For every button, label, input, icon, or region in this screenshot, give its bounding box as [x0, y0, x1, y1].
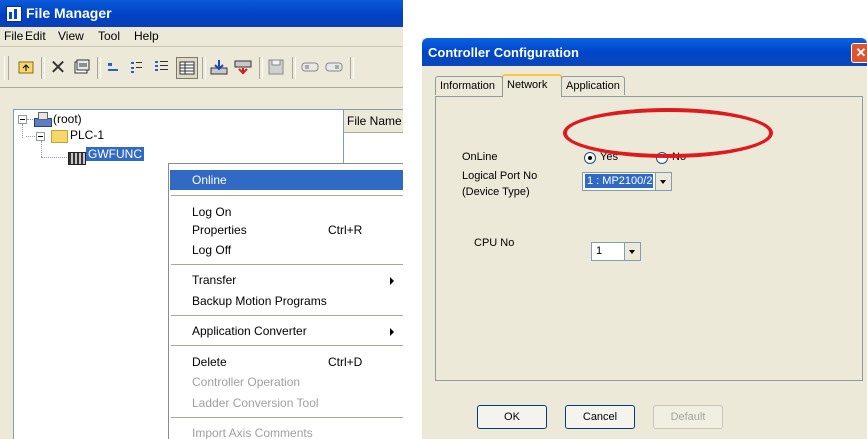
- tree-node-controller[interactable]: GWFUNC: [86, 147, 144, 161]
- menu-separator: [171, 195, 403, 196]
- menu-item-delete[interactable]: Delete Ctrl+D: [170, 352, 403, 372]
- chevron-down-icon[interactable]: [624, 243, 640, 260]
- large-icons-icon[interactable]: [104, 57, 124, 77]
- menu-separator: [171, 345, 403, 346]
- file-manager-window: File Manager File Edit View Tool Help ✕: [0, 0, 403, 439]
- save-icon[interactable]: [266, 57, 286, 77]
- menu-item-ladder-conversion-tool[interactable]: Ladder Conversion Tool: [170, 393, 403, 413]
- menu-bar: File Edit View Tool Help: [0, 27, 403, 47]
- shortcut-label: Ctrl+D: [328, 355, 363, 369]
- menu-separator: [171, 417, 403, 418]
- connect-icon[interactable]: [300, 57, 320, 77]
- logical-port-select[interactable]: 1 : MP2100/25: [582, 172, 672, 191]
- menu-item-online[interactable]: Online: [170, 170, 403, 190]
- submenu-arrow-icon: [390, 277, 394, 285]
- menu-item-log-off[interactable]: Log Off: [170, 240, 403, 260]
- online-yes-radio[interactable]: [584, 152, 596, 164]
- tab-network[interactable]: Network: [502, 74, 562, 97]
- device-type-label: (Device Type): [462, 186, 530, 198]
- tab-information[interactable]: Information: [435, 76, 503, 95]
- shortcut-label: Ctrl+R: [328, 223, 363, 237]
- menu-file[interactable]: File: [4, 29, 23, 43]
- toolbar-grip[interactable]: [4, 56, 9, 80]
- upload-icon[interactable]: [233, 57, 253, 77]
- menu-separator: [171, 315, 403, 316]
- cancel-button[interactable]: Cancel: [565, 405, 635, 429]
- properties-icon[interactable]: [72, 57, 92, 77]
- disconnect-icon[interactable]: [324, 57, 344, 77]
- dialog-titlebar[interactable]: Controller Configuration ✕: [422, 38, 867, 66]
- tree-connector: [22, 124, 23, 138]
- tree-connector: [41, 141, 42, 157]
- toolbar-separator: [202, 57, 206, 79]
- tree-connector: [26, 136, 35, 137]
- toolbar-separator: [41, 57, 45, 79]
- up-folder-icon[interactable]: [16, 57, 36, 77]
- submenu-arrow-icon: [390, 328, 394, 336]
- chevron-down-icon[interactable]: [655, 173, 671, 190]
- tree-node-plc[interactable]: PLC-1: [70, 128, 104, 142]
- menu-view[interactable]: View: [58, 29, 84, 43]
- controller-icon: [68, 152, 86, 165]
- menu-edit[interactable]: Edit: [25, 29, 46, 43]
- toolbar: ✕: [0, 47, 403, 88]
- online-label: OnLine: [462, 151, 498, 163]
- dialog-body: Information Network Application OnLine Y…: [425, 66, 867, 439]
- menu-item-log-on[interactable]: Log On: [170, 202, 403, 222]
- root-network-icon: [33, 112, 52, 127]
- default-button[interactable]: Default: [653, 405, 723, 429]
- controller-configuration-dialog: Controller Configuration ✕ Information N…: [422, 38, 867, 439]
- menu-item-controller-operation[interactable]: Controller Operation: [170, 372, 403, 392]
- tree-connector: [41, 157, 67, 158]
- small-icons-icon[interactable]: [128, 57, 148, 77]
- toolbar-separator: [259, 57, 263, 79]
- dialog-title: Controller Configuration: [428, 45, 579, 60]
- menu-item-properties[interactable]: Properties Ctrl+R: [170, 220, 403, 240]
- toolbar-separator: [292, 57, 296, 79]
- close-icon[interactable]: ✕: [851, 43, 867, 63]
- online-yes-label[interactable]: Yes: [600, 151, 618, 163]
- collapse-icon[interactable]: [18, 115, 27, 124]
- list-view-icon[interactable]: [152, 57, 172, 77]
- context-menu: Online Log On Properties Ctrl+R Log Off …: [168, 163, 403, 439]
- menu-item-application-converter[interactable]: Application Converter: [170, 321, 403, 341]
- delete-icon[interactable]: ✕: [48, 55, 68, 79]
- tree-node-root[interactable]: (root): [53, 112, 82, 126]
- toolbar-separator: [350, 57, 354, 79]
- toolbar-separator: [97, 57, 101, 79]
- online-no-radio[interactable]: [656, 152, 668, 164]
- cpu-no-label: CPU No: [474, 237, 515, 249]
- download-icon[interactable]: [209, 57, 229, 77]
- network-tab-panel: OnLine Yes No Logical Port No (Device Ty…: [435, 96, 863, 381]
- menu-item-backup-motion-programs[interactable]: Backup Motion Programs: [170, 291, 403, 311]
- menu-item-import-axis-comments[interactable]: Import Axis Comments: [170, 423, 403, 439]
- file-manager-titlebar[interactable]: File Manager: [0, 0, 403, 27]
- logical-port-label: Logical Port No: [462, 170, 538, 182]
- ok-button[interactable]: OK: [477, 405, 547, 429]
- folder-icon: [51, 130, 68, 143]
- online-no-label[interactable]: No: [672, 151, 686, 163]
- file-name-column-header[interactable]: File Name: [344, 110, 403, 133]
- cpu-no-select[interactable]: 1: [591, 242, 641, 261]
- file-manager-app-icon: [6, 6, 22, 22]
- menu-tool[interactable]: Tool: [98, 29, 120, 43]
- menu-item-transfer[interactable]: Transfer: [170, 270, 403, 290]
- collapse-icon[interactable]: [36, 132, 45, 141]
- tab-application[interactable]: Application: [561, 76, 625, 95]
- file-manager-title: File Manager: [26, 5, 112, 21]
- menu-help[interactable]: Help: [134, 29, 159, 43]
- menu-separator: [171, 264, 403, 265]
- details-view-icon[interactable]: [176, 57, 198, 79]
